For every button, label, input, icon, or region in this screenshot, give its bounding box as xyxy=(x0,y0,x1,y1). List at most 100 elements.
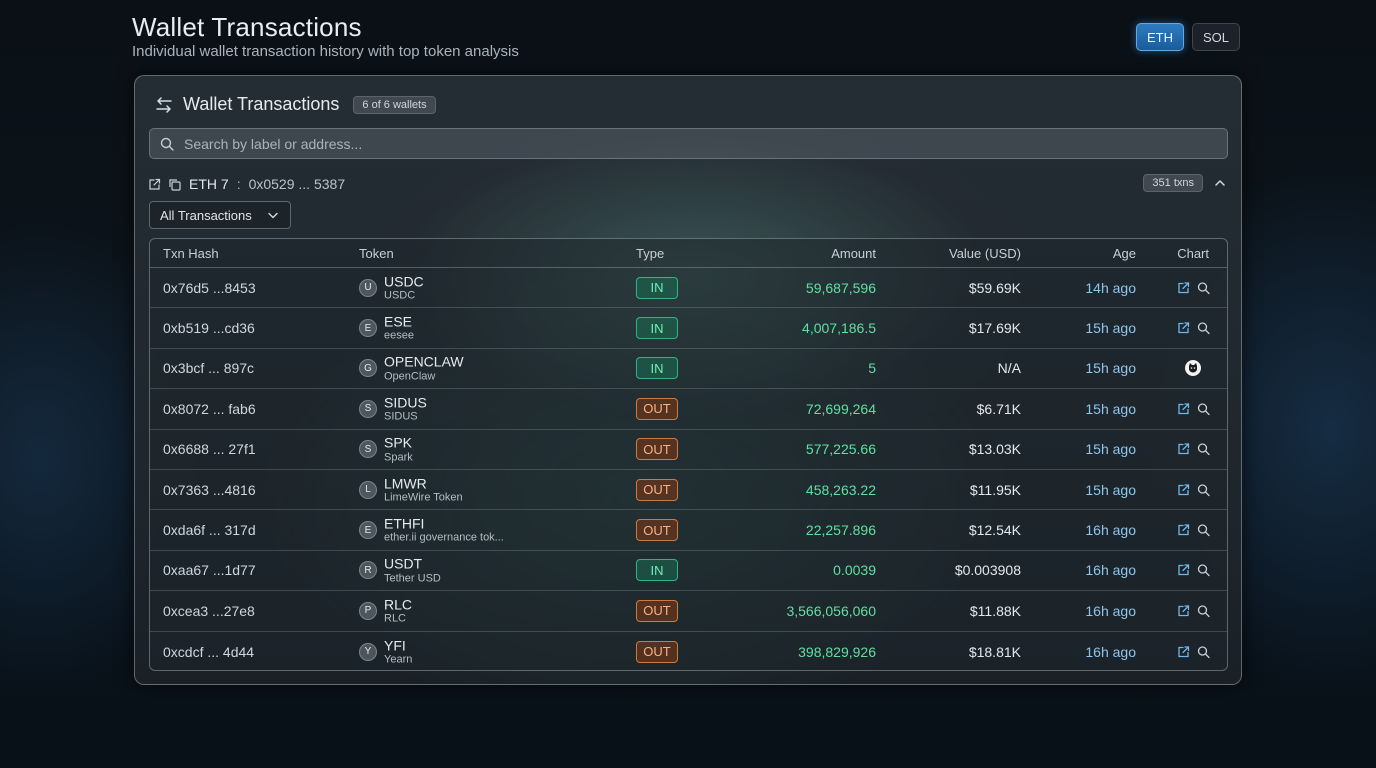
amount-value: 398,829,926 xyxy=(798,643,876,660)
token-info: OPENCLAW OpenClaw xyxy=(384,354,464,382)
txn-hash-link[interactable]: 0xaa67 ...1d77 xyxy=(163,562,256,578)
token-symbol: YFI xyxy=(384,636,406,653)
txn-hash-link[interactable]: 0xcdcf ... 4d44 xyxy=(163,644,254,660)
usd-value: $59.69K xyxy=(968,279,1021,296)
table-row[interactable]: 0x8072 ... fab6 S SIDUS SIDUS OUT 72,699,264 $… xyxy=(150,389,1227,430)
col-token[interactable]: Token xyxy=(359,246,394,261)
external-link-icon[interactable] xyxy=(1177,483,1190,496)
table-row[interactable]: 0xcdcf ... 4d44 Y YFI Yearn OUT 398,829,926 $1… xyxy=(150,632,1227,670)
txn-hash-link[interactable]: 0x8072 ... fab6 xyxy=(163,401,256,417)
age-value: 15h ago xyxy=(1085,481,1136,498)
external-link-icon[interactable] xyxy=(1177,604,1190,617)
usd-value: $13.03K xyxy=(968,441,1021,458)
search-zoom-icon[interactable] xyxy=(1197,322,1210,335)
token-info: USDT Tether USD xyxy=(384,556,441,584)
col-value[interactable]: Value (USD) xyxy=(949,246,1021,261)
external-link-icon[interactable] xyxy=(1177,402,1190,415)
token-info: LMWR LimeWire Token xyxy=(384,475,463,503)
wallet-separator: : xyxy=(236,176,241,192)
chart-actions xyxy=(1177,322,1210,335)
age-value: 15h ago xyxy=(1085,441,1136,458)
col-age[interactable]: Age xyxy=(1113,246,1136,261)
chevron-up-icon[interactable] xyxy=(1214,178,1226,188)
chart-actions xyxy=(1177,443,1210,456)
search-icon xyxy=(160,137,174,151)
table-row[interactable]: 0x76d5 ...8453 U USDC USDC IN 59,687,596 $59.6… xyxy=(150,268,1227,309)
external-link-icon[interactable] xyxy=(1177,524,1190,537)
token-name: Spark xyxy=(384,450,413,463)
txn-hash-link[interactable]: 0xda6f ... 317d xyxy=(163,522,256,538)
table-row[interactable]: 0xcea3 ...27e8 P RLC RLC OUT 3,566,056,060 $11… xyxy=(150,591,1227,632)
type-badge: OUT xyxy=(636,478,678,501)
external-link-icon[interactable] xyxy=(1177,645,1190,658)
age-value: 15h ago xyxy=(1085,360,1136,377)
wallet-transactions-panel: Wallet Transactions 6 of 6 wallets ETH 7… xyxy=(134,75,1242,685)
token-name: ether.ii governance tok... xyxy=(384,531,504,544)
token-name: USDC xyxy=(384,289,416,302)
usd-value: $6.71K xyxy=(976,400,1021,417)
table-row[interactable]: 0x3bcf ... 897c G OPENCLAW OpenClaw IN 5 N/A 15… xyxy=(150,349,1227,390)
search-zoom-icon[interactable] xyxy=(1197,604,1210,617)
txn-hash-link[interactable]: 0x7363 ...4816 xyxy=(163,482,256,498)
col-chart: Chart xyxy=(1177,246,1209,261)
table-row[interactable]: 0xda6f ... 317d E ETHFI ether.ii governance… xyxy=(150,510,1227,551)
network-sol-button[interactable]: SOL xyxy=(1192,23,1240,51)
table-row[interactable]: 0x6688 ... 27f1 S SPK Spark OUT 577,225.66 $13… xyxy=(150,430,1227,470)
search-input[interactable] xyxy=(182,134,1086,153)
external-link-icon[interactable] xyxy=(148,178,161,191)
search-zoom-icon[interactable] xyxy=(1197,524,1210,537)
external-link-icon[interactable] xyxy=(1177,443,1190,456)
chart-actions xyxy=(1177,524,1210,537)
external-link-icon[interactable] xyxy=(1177,564,1190,577)
token-info: USDC USDC xyxy=(384,273,424,302)
swap-arrows-icon xyxy=(156,96,172,113)
page-subtitle: Individual wallet transaction history wi… xyxy=(132,43,519,60)
col-type[interactable]: Type xyxy=(636,246,664,261)
external-link-icon[interactable] xyxy=(1177,322,1190,335)
search-zoom-icon[interactable] xyxy=(1197,564,1210,577)
search-zoom-icon[interactable] xyxy=(1197,483,1210,496)
chart-actions xyxy=(1177,281,1210,294)
age-value: 16h ago xyxy=(1085,602,1136,619)
table-row[interactable]: 0xaa67 ...1d77 R USDT Tether USD IN 0.0039 $0.… xyxy=(150,551,1227,592)
search-zoom-icon[interactable] xyxy=(1197,402,1210,416)
token-initial-badge: S xyxy=(359,440,377,459)
cat-icon xyxy=(1189,363,1197,373)
search-zoom-icon[interactable] xyxy=(1197,281,1210,294)
type-badge: OUT xyxy=(636,438,678,461)
token-name: SIDUS xyxy=(384,410,418,423)
transaction-filter-select[interactable]: All Transactions xyxy=(149,201,291,229)
network-eth-button[interactable]: ETH xyxy=(1136,23,1184,51)
usd-value: N/A xyxy=(997,360,1021,377)
page-title: Wallet Transactions xyxy=(132,12,362,42)
col-amount[interactable]: Amount xyxy=(831,246,876,261)
txn-hash-link[interactable]: 0xcea3 ...27e8 xyxy=(163,603,255,619)
token-initial-badge: L xyxy=(359,480,377,499)
token-initial-badge: P xyxy=(359,601,377,620)
type-badge: IN xyxy=(636,317,678,340)
token-info: SPK Spark xyxy=(384,435,413,463)
token-info: SIDUS SIDUS xyxy=(384,394,427,423)
age-value: 15h ago xyxy=(1085,320,1136,337)
col-txn-hash[interactable]: Txn Hash xyxy=(163,246,219,261)
amount-value: 577,225.66 xyxy=(805,441,876,458)
txn-hash-link[interactable]: 0x3bcf ... 897c xyxy=(163,360,254,376)
panel-header: Wallet Transactions 6 of 6 wallets xyxy=(155,94,436,115)
search-zoom-icon[interactable] xyxy=(1197,645,1210,658)
table-row[interactable]: 0xb519 ...cd36 E ESE eesee IN 4,007,186.5 $17.… xyxy=(150,308,1227,349)
txn-hash-link[interactable]: 0x76d5 ...8453 xyxy=(163,280,256,296)
table-row[interactable]: 0x7363 ...4816 L LMWR LimeWire Token OUT 458,… xyxy=(150,470,1227,511)
transactions-table: Txn Hash Token Type Amount Value (USD) A… xyxy=(149,238,1228,671)
wallet-address: 0x0529 ... 5387 xyxy=(248,176,346,192)
txn-hash-link[interactable]: 0xb519 ...cd36 xyxy=(163,320,255,336)
usd-value: $18.81K xyxy=(968,643,1021,660)
txn-hash-link[interactable]: 0x6688 ... 27f1 xyxy=(163,441,256,457)
type-badge: OUT xyxy=(636,519,678,542)
external-link-icon[interactable] xyxy=(1177,281,1190,294)
token-avatar-icon xyxy=(1185,360,1201,377)
token-symbol: RLC xyxy=(384,596,413,613)
token-info: RLC RLC xyxy=(384,596,413,624)
copy-icon[interactable] xyxy=(168,178,181,191)
token-symbol: ETHFI xyxy=(384,515,425,532)
search-zoom-icon[interactable] xyxy=(1197,443,1210,456)
